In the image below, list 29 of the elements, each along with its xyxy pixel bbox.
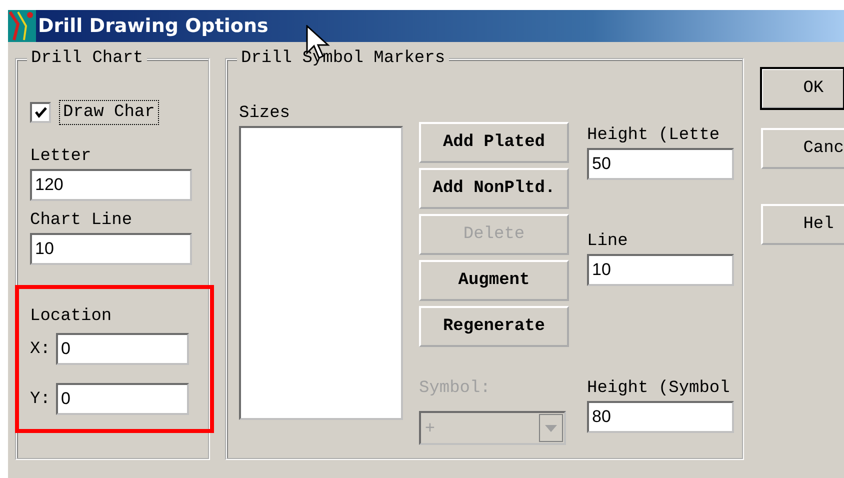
- field-label: Line: [587, 232, 629, 252]
- input-field[interactable]: 0: [56, 333, 189, 365]
- checkmark-icon: [34, 106, 48, 120]
- input-field[interactable]: 0: [56, 383, 189, 415]
- checkbox-label[interactable]: Draw Char: [59, 100, 159, 125]
- dialog-button[interactable]: Canc: [761, 128, 844, 169]
- sizes-list[interactable]: [239, 126, 403, 420]
- dialog-button[interactable]: Hel: [761, 204, 844, 245]
- field-label: Height (Lette: [587, 126, 721, 146]
- field-label: X:: [30, 340, 50, 358]
- checkbox[interactable]: [30, 102, 51, 123]
- list-label: Sizes: [239, 104, 292, 124]
- input-field[interactable]: 10: [587, 254, 734, 286]
- dialog-button[interactable]: OK: [761, 68, 844, 109]
- action-button[interactable]: Add Plated: [419, 122, 569, 163]
- input-field[interactable]: 80: [587, 401, 734, 433]
- action-button[interactable]: Augment: [419, 260, 569, 301]
- input-field[interactable]: 50: [587, 148, 734, 180]
- field-label: Location: [30, 307, 113, 327]
- field-label: Letter: [30, 147, 92, 167]
- field-label: Chart Line: [30, 211, 132, 231]
- app-icon: [8, 10, 36, 42]
- window-title: Drill Drawing Options: [38, 15, 268, 37]
- input-field[interactable]: 10: [30, 233, 192, 265]
- field-label: Y:: [30, 390, 50, 408]
- input-field[interactable]: 120: [30, 169, 192, 201]
- action-button[interactable]: Regenerate: [419, 306, 569, 347]
- action-button[interactable]: Add NonPltd.: [419, 168, 569, 209]
- field-label: Height (Symbol: [587, 379, 731, 399]
